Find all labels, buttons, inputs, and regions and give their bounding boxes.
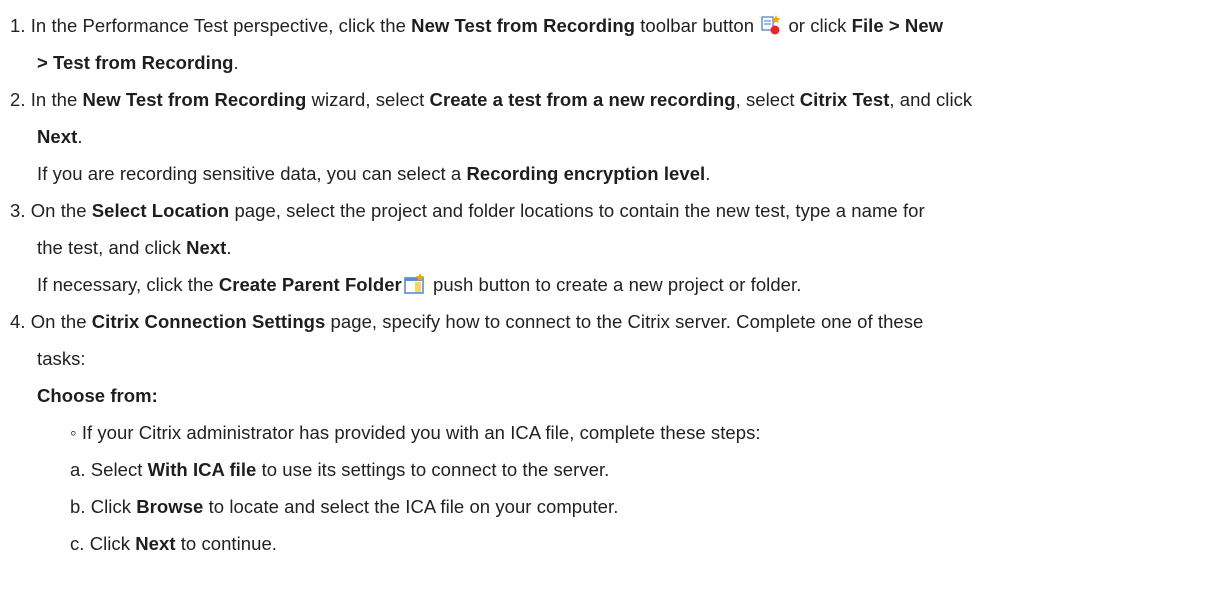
substep-c: c. Click Next to continue. <box>70 532 277 556</box>
step-3-line-2: the test, and click Next. <box>37 236 232 260</box>
citrix-connection-settings-page-label: Citrix Connection Settings <box>91 311 326 332</box>
step-4-number: 4. <box>10 311 26 332</box>
create-parent-folder-label: Create Parent Folder <box>218 274 402 295</box>
document: 1. In the Performance Test perspective, … <box>0 0 1216 614</box>
step-3-note: If necessary, click the Create Parent Fo… <box>37 273 801 297</box>
step-3-end: . <box>226 237 232 258</box>
step-3-intro: On the <box>30 200 92 221</box>
choose-from-label: Choose from: <box>37 385 158 406</box>
browse-label: Browse <box>136 496 204 517</box>
step-1-number: 1. <box>10 15 26 36</box>
step-2-line-1: 2. In the New Test from Recording wizard… <box>10 88 972 112</box>
substep-text: Click <box>89 533 136 554</box>
substep-b: b. Click Browse to locate and select the… <box>70 495 618 519</box>
next-label: Next <box>135 533 176 554</box>
with-ica-file-option: With ICA file <box>147 459 257 480</box>
step-2-text: wizard, select <box>306 89 430 110</box>
step-4-line-1: 4. On the Citrix Connection Settings pag… <box>10 310 923 334</box>
substep-letter: a. <box>70 459 86 480</box>
choose-from-heading: Choose from: <box>37 384 158 408</box>
step-4-text: page, specify how to connect to the Citr… <box>325 311 924 332</box>
new-test-from-recording-label: New Test from Recording <box>411 15 636 36</box>
substep-letter: b. <box>70 496 86 517</box>
next-label: Next <box>186 237 227 258</box>
substep-text: Click <box>90 496 137 517</box>
step-1-intro: In the Performance Test perspective, cli… <box>30 15 412 36</box>
step-3-text: page, select the project and folder loca… <box>229 200 925 221</box>
step-3-line-1: 3. On the Select Location page, select t… <box>10 199 925 223</box>
test-from-recording-menu-label: > Test from Recording <box>37 52 234 73</box>
new-test-from-recording-icon <box>760 14 782 42</box>
step-1-line-2: > Test from Recording. <box>37 51 239 75</box>
create-parent-folder-icon <box>403 273 427 301</box>
next-label: Next <box>37 126 78 147</box>
step-2-note: If you are recording sensitive data, you… <box>37 162 710 186</box>
substep-text: to locate and select the ICA file on you… <box>203 496 619 517</box>
file-new-menu-label: File > New <box>851 15 944 36</box>
step-3-text-cont: the test, and click <box>37 237 187 258</box>
step-3-note-end: push button to create a new project or f… <box>427 274 802 295</box>
step-1-or-click: or click <box>783 15 852 36</box>
substep-text: to continue. <box>175 533 277 554</box>
option-bullet-text: If your Citrix administrator has provide… <box>81 422 761 443</box>
substep-letter: c. <box>70 533 85 554</box>
step-3-note-text: If necessary, click the <box>37 274 219 295</box>
step-2-note-end: . <box>705 163 711 184</box>
step-1-end: . <box>233 52 239 73</box>
step-2-text: , and click <box>889 89 973 110</box>
step-2-note-text: If you are recording sensitive data, you… <box>37 163 467 184</box>
create-from-new-recording-option: Create a test from a new recording <box>429 89 736 110</box>
recording-encryption-level-label: Recording encryption level <box>466 163 706 184</box>
step-1-line-1: 1. In the Performance Test perspective, … <box>10 14 943 38</box>
select-location-page-label: Select Location <box>91 200 230 221</box>
step-2-line-2: Next. <box>37 125 83 149</box>
step-2-end: . <box>77 126 83 147</box>
substep-a: a. Select With ICA file to use its setti… <box>70 458 609 482</box>
bullet-marker: ◦ <box>70 422 77 443</box>
substep-text: to use its settings to connect to the se… <box>256 459 610 480</box>
step-4-line-2: tasks: <box>37 347 86 371</box>
step-2-intro: In the <box>30 89 83 110</box>
option-bullet-item: ◦ If your Citrix administrator has provi… <box>70 421 761 445</box>
step-2-number: 2. <box>10 89 26 110</box>
step-2-text: , select <box>735 89 800 110</box>
step-3-number: 3. <box>10 200 26 221</box>
step-4-intro: On the <box>30 311 92 332</box>
substep-text: Select <box>90 459 148 480</box>
wizard-name: New Test from Recording <box>82 89 307 110</box>
step-4-text-cont: tasks: <box>37 348 86 369</box>
citrix-test-option: Citrix Test <box>799 89 890 110</box>
step-1-after-button: toolbar button <box>635 15 760 36</box>
